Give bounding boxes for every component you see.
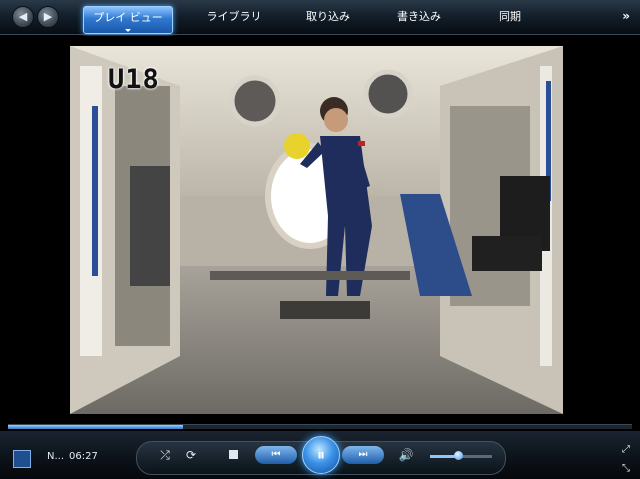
- tab-label: プレイ ビュー: [93, 11, 163, 24]
- video-scene: [70, 46, 563, 414]
- volume-knob[interactable]: [453, 451, 463, 460]
- previous-button[interactable]: ⏮: [255, 446, 297, 464]
- chevron-down-icon: [125, 29, 131, 32]
- tab-sync[interactable]: 同期: [486, 0, 534, 34]
- collapse-icon: ⤡: [622, 463, 630, 474]
- tab-now-playing[interactable]: プレイ ビュー: [83, 6, 173, 34]
- repeat-button[interactable]: ⟳: [183, 446, 199, 464]
- fullscreen-button[interactable]: ⤢: [620, 441, 632, 455]
- video-frame[interactable]: U18: [70, 46, 563, 414]
- now-playing-title[interactable]: N...: [47, 451, 64, 462]
- repeat-icon: ⟳: [185, 448, 197, 462]
- top-navigation-bar: ◀ ▶ プレイ ビュー ライブラリ 取り込み 書き込み 同期 »: [0, 0, 640, 35]
- speaker-icon: 🔊: [398, 448, 414, 462]
- arrow-right-icon: ▶: [43, 10, 53, 23]
- seek-bar[interactable]: [8, 424, 632, 429]
- expand-icon: ⤢: [622, 444, 630, 455]
- tab-label: 書き込み: [397, 10, 441, 23]
- back-button[interactable]: ◀: [12, 6, 34, 28]
- arrow-left-icon: ◀: [18, 10, 28, 23]
- tab-label: 同期: [499, 10, 521, 23]
- tab-library[interactable]: ライブラリ: [199, 0, 269, 34]
- next-button[interactable]: ⏭: [342, 446, 384, 464]
- volume-slider[interactable]: [430, 451, 492, 460]
- elapsed-time: 06:27: [69, 451, 98, 462]
- next-icon: ⏭: [358, 449, 368, 460]
- tab-burn[interactable]: 書き込み: [385, 0, 453, 34]
- tab-rip[interactable]: 取り込み: [294, 0, 362, 34]
- previous-icon: ⏮: [271, 449, 281, 460]
- compact-mode-button[interactable]: ⤡: [620, 460, 632, 474]
- shuffle-icon: ⤮: [160, 448, 170, 462]
- mute-button[interactable]: 🔊: [398, 446, 414, 464]
- camera-overlay-label: U18: [108, 64, 160, 95]
- play-pause-button[interactable]: ⏸: [302, 436, 340, 474]
- video-stage[interactable]: U18: [8, 36, 632, 420]
- stop-button[interactable]: [229, 450, 238, 459]
- forward-button[interactable]: ▶: [37, 6, 59, 28]
- tab-label: ライブラリ: [206, 10, 262, 23]
- pause-icon: ⏸: [316, 445, 325, 464]
- more-tabs-button[interactable]: »: [622, 9, 630, 23]
- shuffle-button[interactable]: ⤮: [157, 446, 173, 464]
- seek-progress-fill: [8, 425, 183, 429]
- tab-label: 取り込み: [306, 10, 350, 23]
- now-playing-icon[interactable]: [13, 450, 31, 468]
